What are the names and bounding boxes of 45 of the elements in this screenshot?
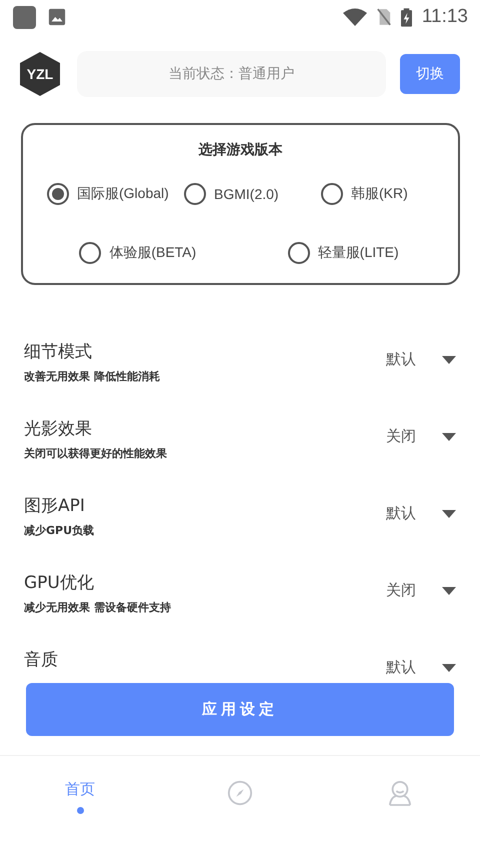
setting-dropdown[interactable]: 默认 <box>386 504 456 523</box>
radio-button[interactable] <box>79 242 102 264</box>
setting-description: 减少GPU负载 <box>24 523 94 538</box>
radio-button[interactable] <box>288 242 310 264</box>
app-logo: YZL <box>20 52 60 96</box>
setting-title: GPU优化 <box>24 572 95 594</box>
setting-title: 图形API <box>24 495 86 517</box>
radio-option[interactable]: 轻量服(LITE) <box>240 242 446 264</box>
caret-icon <box>442 356 456 364</box>
wifi-icon <box>342 8 367 26</box>
setting-dropdown[interactable]: 关闭 <box>386 427 456 446</box>
radio-option[interactable]: 韩服(KR) <box>309 183 446 205</box>
radio-option[interactable]: BGMI(2.0) <box>172 183 309 205</box>
no-sim-icon <box>376 8 391 26</box>
dialog-title: 选择游戏版本 <box>198 141 282 159</box>
caret-icon <box>442 510 456 518</box>
caret-icon <box>442 586 456 594</box>
setting-dropdown[interactable]: 关闭 <box>386 581 456 600</box>
option-label: 轻量服(LITE) <box>318 244 399 262</box>
compass-icon <box>227 780 253 806</box>
option-label: 体验服(BETA) <box>109 244 196 262</box>
setting-title: 音质 <box>24 649 58 671</box>
radio-button[interactable] <box>321 183 343 205</box>
caret-icon <box>442 664 456 672</box>
profile-icon <box>388 780 412 806</box>
radio-option[interactable]: 体验服(BETA) <box>35 242 240 264</box>
radio-button[interactable] <box>47 183 69 205</box>
caret-icon <box>442 432 456 440</box>
status-time: 11:13 <box>422 6 468 28</box>
radio-button[interactable] <box>184 183 206 205</box>
app-notification-icon <box>13 6 36 28</box>
setting-title: 光影效果 <box>24 418 93 440</box>
image-icon <box>48 8 66 26</box>
battery-charging-icon <box>400 8 412 26</box>
setting-dropdown[interactable]: 默认 <box>386 350 456 369</box>
setting-description: 关闭可以获得更好的性能效果 <box>24 446 167 461</box>
option-label: 国际服(Global) <box>77 185 169 203</box>
setting-title: 细节模式 <box>24 341 93 363</box>
user-status-field: 当前状态：普通用户 <box>77 51 386 97</box>
setting-dropdown[interactable]: 默认 <box>386 658 456 677</box>
option-label: 韩服(KR) <box>351 185 408 203</box>
setting-description: 减少无用效果 需设备硬件支持 <box>24 600 171 615</box>
option-label: BGMI(2.0) <box>214 186 279 202</box>
radio-option[interactable]: 国际服(Global) <box>35 183 172 205</box>
setting-description: 改善无用效果 降低性能消耗 <box>24 369 160 384</box>
